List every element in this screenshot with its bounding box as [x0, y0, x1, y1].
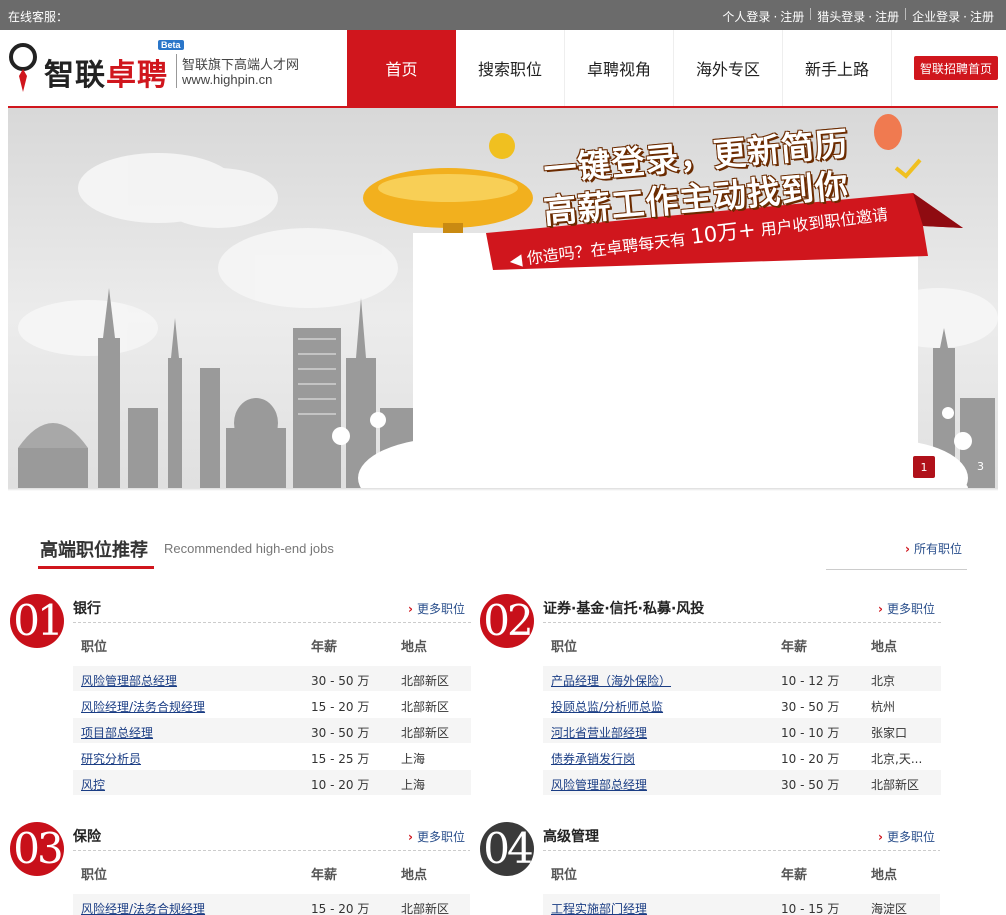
nav-perspective[interactable]: 卓聘视角 [565, 30, 674, 106]
category-number-badge: 01 [10, 594, 64, 648]
category-block-securities: 02 证券·基金·信托·私募·风投 › 更多职位 职位 年薪 地点 产品经理（海外保险… [480, 594, 941, 804]
all-jobs-link[interactable]: › 所有职位 [905, 540, 962, 557]
job-row: 工程实施部门经理 10 - 15 万海淀区 [543, 894, 940, 915]
logo-domain: www.highpin.cn [182, 72, 273, 87]
login-links: 个人登录 · 注册 猎头登录 · 注册 企业登录 · 注册 [722, 8, 994, 25]
chevron-right-icon: › [905, 541, 910, 556]
more-jobs-link[interactable]: › 更多职位 [878, 600, 935, 617]
headhunter-register-link[interactable]: 注册 [875, 8, 899, 25]
main-nav: 首页 搜索职位 卓聘视角 海外专区 新手上路 [347, 30, 892, 106]
chevron-right-icon: › [408, 601, 413, 616]
logo-tagline: 智联旗下高端人才网 [182, 58, 300, 73]
section-title: 高端职位推荐 [40, 540, 148, 561]
job-row: 河北省营业部经理 10 - 10 万张家口 [543, 718, 941, 744]
personal-register-link[interactable]: 注册 [780, 8, 804, 25]
company-register-link[interactable]: 注册 [970, 8, 994, 25]
more-jobs-link[interactable]: › 更多职位 [408, 828, 465, 845]
company-login-link[interactable]: 企业登录 [912, 8, 960, 25]
online-service-label: 在线客服： [8, 10, 69, 24]
job-list: 工程实施部门经理 10 - 15 万海淀区 [543, 894, 940, 915]
category-title: 高级管理 [543, 829, 599, 845]
chevron-right-icon: › [878, 829, 883, 844]
job-list: 产品经理（海外保险） 10 - 12 万北京 投顾总监/分析师总监 30 - 50 … [543, 666, 941, 796]
beta-badge: Beta [158, 40, 184, 50]
job-title-link[interactable]: 风险管理部总经理 [81, 672, 177, 689]
promo-banner[interactable]: 一键登录，更新简历 高薪工作主动找到你 ◀ 你造吗？在卓聘每天有 10万+ 用户… [8, 108, 998, 488]
job-title-link[interactable]: 产品经理（海外保险） [551, 672, 671, 689]
more-jobs-link[interactable]: › 更多职位 [878, 828, 935, 845]
category-title: 证券·基金·信托·私募·风投 [543, 601, 705, 617]
section-subtitle: Recommended high-end jobs [164, 541, 334, 556]
job-row: 风险经理/法务合规经理 15 - 20 万北部新区 [73, 692, 471, 718]
job-title-link[interactable]: 风险经理/法务合规经理 [81, 698, 205, 715]
headhunter-login-link[interactable]: 猎头登录 [817, 8, 865, 25]
job-row: 风险管理部总经理 30 - 50 万北部新区 [73, 666, 471, 692]
magnifier-icon [9, 43, 37, 92]
category-number-badge: 03 [10, 822, 64, 876]
job-row: 产品经理（海外保险） 10 - 12 万北京 [543, 666, 941, 692]
nav-getting-started[interactable]: 新手上路 [783, 30, 892, 106]
top-bar: 在线客服： 个人登录 · 注册 猎头登录 · 注册 企业登录 · 注册 [0, 0, 1006, 30]
job-title-link[interactable]: 研究分析员 [81, 750, 141, 767]
job-list: 风险经理/法务合规经理 15 - 20 万北部新区 [73, 894, 470, 915]
zhaopin-home-button[interactable]: 智联招聘首页 [914, 56, 998, 80]
category-title: 银行 [73, 601, 101, 617]
job-row: 项目部总经理 30 - 50 万北部新区 [73, 718, 471, 744]
job-row: 风险经理/法务合规经理 15 - 20 万北部新区 [73, 894, 470, 915]
job-title-link[interactable]: 投顾总监/分析师总监 [551, 698, 663, 715]
job-row: 研究分析员 15 - 25 万上海 [73, 744, 471, 770]
job-row: 风控 10 - 20 万上海 [73, 770, 471, 796]
slide-dot-3[interactable]: 3 [977, 460, 984, 473]
banner-illustration [18, 114, 998, 488]
category-block-banking: 01 银行 › 更多职位 职位 年薪 地点 风险管理部总经理 30 - 50 万北部新区… [10, 594, 471, 804]
nav-home[interactable]: 首页 [347, 30, 456, 106]
personal-login-link[interactable]: 个人登录 [722, 8, 770, 25]
job-title-link[interactable]: 风险经理/法务合规经理 [81, 900, 205, 915]
job-row: 债券承销发行岗 10 - 20 万北京,天... [543, 744, 941, 770]
logo-wordmark: 智联卓聘 [44, 58, 168, 93]
job-title-link[interactable]: 债券承销发行岗 [551, 750, 635, 767]
category-number-badge: 04 [480, 822, 534, 876]
job-title-link[interactable]: 工程实施部门经理 [551, 900, 647, 915]
nav-search-jobs[interactable]: 搜索职位 [456, 30, 565, 106]
job-row: 风险管理部总经理 30 - 50 万北部新区 [543, 770, 941, 796]
job-list: 风险管理部总经理 30 - 50 万北部新区 风险经理/法务合规经理 15 - 20… [73, 666, 471, 796]
category-title: 保险 [73, 829, 101, 845]
more-jobs-link[interactable]: › 更多职位 [408, 600, 465, 617]
slide-dot-1[interactable]: 1 [913, 456, 935, 478]
site-header: 智联卓聘 Beta 智联旗下高端人才网 www.highpin.cn 首页 搜索… [0, 30, 1006, 106]
site-logo[interactable]: 智联卓聘 Beta 智联旗下高端人才网 www.highpin.cn [8, 40, 308, 98]
job-title-link[interactable]: 风控 [81, 776, 105, 793]
job-title-link[interactable]: 风险管理部总经理 [551, 776, 647, 793]
chevron-right-icon: › [878, 601, 883, 616]
job-row: 投顾总监/分析师总监 30 - 50 万杭州 [543, 692, 941, 718]
category-block-insurance: 03 保险 › 更多职位 职位 年薪 地点 风险经理/法务合规经理 15 - 20 万北… [10, 822, 470, 915]
job-title-link[interactable]: 河北省营业部经理 [551, 724, 647, 741]
nav-overseas[interactable]: 海外专区 [674, 30, 783, 106]
category-block-senior-management: 04 高级管理 › 更多职位 职位 年薪 地点 工程实施部门经理 10 - 15 万海淀… [480, 822, 940, 915]
category-number-badge: 02 [480, 594, 534, 648]
chevron-right-icon: › [408, 829, 413, 844]
job-title-link[interactable]: 项目部总经理 [81, 724, 153, 741]
speaker-icon: ◀ [508, 249, 524, 271]
